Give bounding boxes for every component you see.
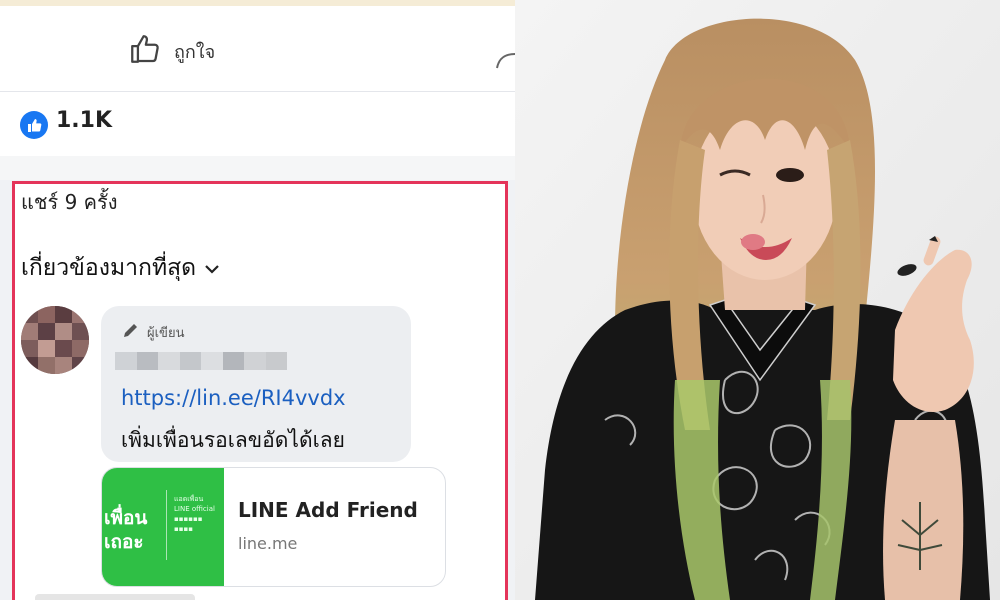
like-reaction-icon [20, 111, 48, 143]
sort-label: เกี่ยวข้องมากที่สุด [21, 255, 197, 281]
comment-link[interactable]: https://lin.ee/RI4vvdx [121, 386, 346, 410]
share-arrow-icon[interactable] [494, 42, 515, 76]
commenter-name-blurred[interactable] [115, 352, 287, 370]
like-button[interactable]: ถูกใจ [128, 32, 215, 70]
reaction-count: 1.1K [56, 108, 113, 133]
comment-message: เพิ่มเพื่อนรอเลขอัดได้เลย [121, 428, 345, 452]
highlighted-comments-section: แชร์ 9 ครั้ง เกี่ยวข้องมากที่สุด ผู้เขีย… [12, 181, 508, 600]
next-comment-preview [35, 594, 195, 600]
link-preview-title: LINE Add Friend [238, 498, 418, 522]
link-preview-domain: line.me [238, 534, 298, 553]
chevron-down-icon [204, 255, 220, 281]
thumbnail-text: เพื่อน เถอะ [104, 507, 148, 553]
link-preview-card[interactable]: เพื่อน เถอะ แอดเพื่อน LINE official ▪▪▪▪▪▪ ▪… [101, 467, 446, 587]
portrait-illustration [515, 0, 1000, 600]
thumbnail-small-text: แอดเพื่อน LINE official ▪▪▪▪▪▪ ▪▪▪▪ [174, 495, 215, 533]
comment-sort-dropdown[interactable]: เกี่ยวข้องมากที่สุด [21, 250, 220, 286]
comment-bubble: ผู้เขียน https://lin.ee/RI4vvdx เพิ่มเพื… [101, 306, 411, 462]
link-preview-thumbnail: เพื่อน เถอะ แอดเพื่อน LINE official ▪▪▪▪▪▪ ▪… [102, 468, 224, 586]
shares-count[interactable]: แชร์ 9 ครั้ง [21, 186, 118, 218]
facebook-post-screenshot: ถูกใจ 1.1K แชร์ 9 ครั้ง เกี่ยวข้องมากที่… [0, 0, 515, 600]
section-gap [0, 156, 515, 180]
post-action-bar: ถูกใจ [0, 6, 515, 92]
thumbnail-divider [166, 490, 167, 560]
commenter-avatar-blurred[interactable] [21, 306, 89, 374]
thumbs-up-icon [128, 32, 162, 70]
pencil-icon [121, 320, 141, 344]
reaction-summary[interactable]: 1.1K [0, 92, 515, 156]
author-badge-label: ผู้เขียน [147, 325, 185, 341]
like-label: ถูกใจ [174, 41, 216, 63]
author-badge: ผู้เขียน [121, 320, 184, 344]
portrait-photo [515, 0, 1000, 600]
